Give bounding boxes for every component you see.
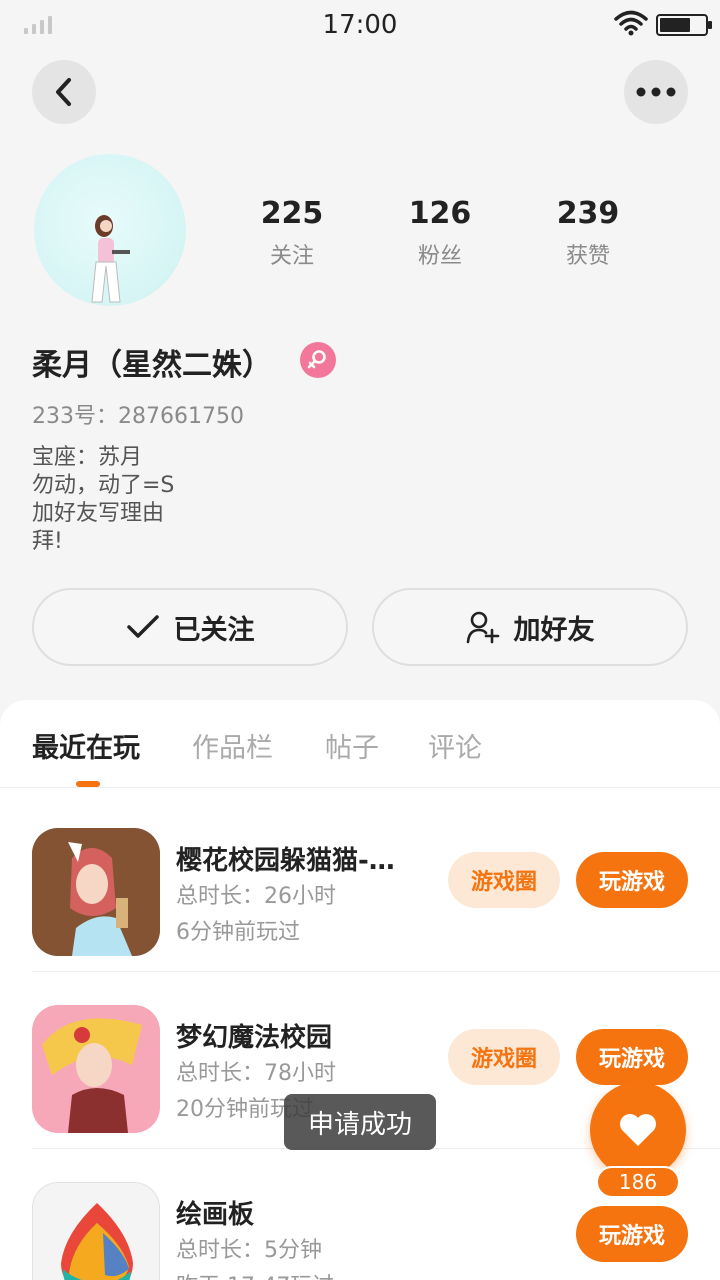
- add-friend-label: 加好友: [513, 614, 595, 646]
- stat-label: 获赞: [565, 244, 610, 269]
- stat-value: 239: [556, 196, 620, 231]
- game-duration: 总时长：26小时: [176, 884, 336, 909]
- bio-line: 宝座：苏月: [32, 445, 143, 470]
- tab-comments[interactable]: 评论: [428, 726, 482, 765]
- game-item[interactable]: 樱花校园躲猫猫-… 总时长：26小时 6分钟前玩过 游戏圈 玩游戏: [0, 796, 720, 972]
- stat-value: 225: [260, 196, 324, 231]
- check-icon: [126, 615, 159, 638]
- stat-following[interactable]: 225 关注: [232, 196, 352, 270]
- more-dots-icon: [636, 87, 676, 97]
- bio-line: 加好友写理由: [32, 501, 165, 526]
- wifi-icon: [614, 10, 648, 36]
- stat-value: 126: [408, 196, 472, 231]
- game-title: 梦幻魔法校园: [176, 1023, 333, 1053]
- stat-followers[interactable]: 126 粉丝: [380, 196, 500, 270]
- game-icon-magic-campus: [32, 1005, 160, 1133]
- tab-recent-play[interactable]: 最近在玩: [32, 726, 140, 765]
- status-time: 17:00: [322, 10, 398, 40]
- game-last-played: 6分钟前玩过: [176, 920, 300, 945]
- play-game-button[interactable]: 玩游戏: [576, 1206, 688, 1262]
- tab-indicator: [76, 781, 100, 787]
- back-button[interactable]: [32, 60, 96, 124]
- profile-name: 柔月（星然二姝）: [32, 348, 272, 383]
- chevron-left-icon: [56, 78, 71, 106]
- tab-works[interactable]: 作品栏: [192, 726, 273, 765]
- game-icon-sakura: [32, 828, 160, 956]
- game-duration: 总时长：5分钟: [176, 1238, 322, 1263]
- avatar[interactable]: [34, 154, 186, 306]
- game-title: 樱花校园躲猫猫-…: [176, 846, 395, 876]
- stat-likes[interactable]: 239 获赞: [528, 196, 648, 270]
- add-friend-button[interactable]: 加好友: [372, 588, 688, 666]
- game-circle-button[interactable]: 游戏圈: [448, 852, 560, 908]
- stat-label: 关注: [269, 244, 314, 269]
- game-icon-drawing-board: [32, 1182, 160, 1280]
- status-bar: 17:00: [0, 0, 720, 52]
- tab-posts[interactable]: 帖子: [325, 726, 379, 765]
- like-count: 186: [596, 1166, 680, 1198]
- bio-line: 勿动，动了=S: [32, 473, 175, 498]
- female-icon: [300, 342, 336, 378]
- game-circle-button[interactable]: 游戏圈: [448, 1029, 560, 1085]
- game-duration: 总时长：78小时: [176, 1061, 336, 1086]
- play-game-button[interactable]: 玩游戏: [576, 852, 688, 908]
- toast-message: 申请成功: [284, 1094, 436, 1150]
- heart-icon: [620, 1114, 656, 1146]
- user-id: 233号：287661750: [32, 404, 244, 429]
- game-title: 绘画板: [176, 1200, 255, 1230]
- bio: 宝座：苏月 勿动，动了=S 加好友写理由 拜!: [32, 444, 174, 556]
- character-figure-icon: [91, 215, 130, 303]
- followed-label: 已关注: [173, 614, 255, 646]
- divider: [32, 971, 720, 972]
- bio-line: 拜!: [32, 529, 63, 554]
- play-game-button[interactable]: 玩游戏: [576, 1029, 688, 1085]
- game-last-played: 昨天 17:47玩过: [176, 1268, 334, 1280]
- add-user-icon: [466, 611, 499, 644]
- stat-label: 粉丝: [417, 244, 462, 269]
- like-button[interactable]: [590, 1082, 686, 1178]
- more-button[interactable]: [624, 60, 688, 124]
- battery-icon: [656, 14, 712, 36]
- followed-button[interactable]: 已关注: [32, 588, 348, 666]
- tab-bar: 最近在玩 作品栏 帖子 评论: [0, 700, 720, 788]
